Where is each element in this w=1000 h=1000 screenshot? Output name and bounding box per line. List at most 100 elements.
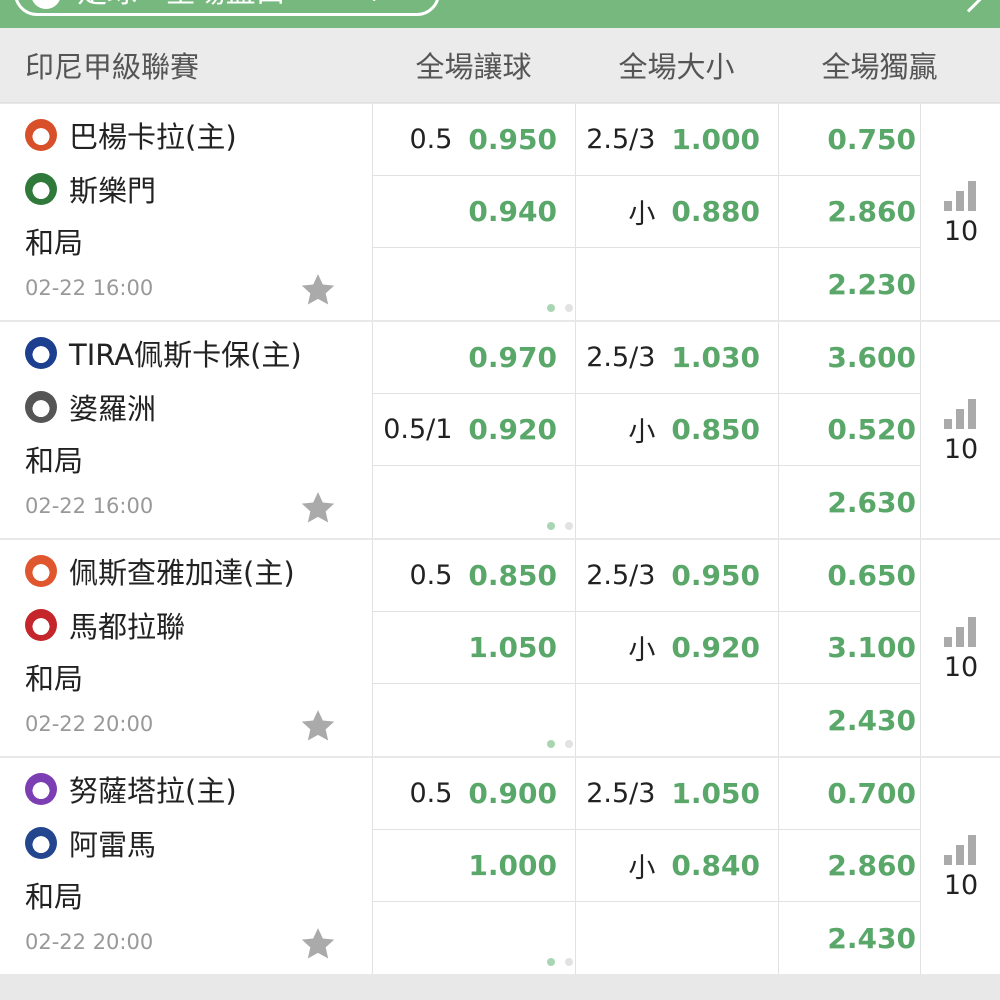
moneyline-away-odds: 2.860 <box>827 849 916 882</box>
moneyline-home-odds: 0.750 <box>827 123 916 156</box>
under-cell[interactable]: 小 0.850 <box>575 394 778 466</box>
under-odds: 0.880 <box>671 195 760 228</box>
kickoff-time: 02-22 16:00 <box>25 494 154 518</box>
moneyline-draw-cell[interactable]: 2.430 <box>778 902 920 974</box>
league-header: 印尼甲級聯賽 全場讓球 全場大小 全場獨贏 <box>0 28 1000 103</box>
page-indicator <box>547 958 577 968</box>
favorite-star-icon[interactable] <box>298 924 338 964</box>
under-odds: 0.840 <box>671 849 760 882</box>
more-markets-count: 10 <box>943 652 979 683</box>
page-dot-active <box>547 304 555 312</box>
match-info[interactable]: 佩斯查雅加達(主) 馬都拉聯 和局 02-22 20:00 <box>0 540 372 756</box>
handicap-home-cell[interactable]: 0.5 0.950 <box>372 104 575 176</box>
stats-bars-icon <box>944 181 978 211</box>
more-markets-button[interactable]: 10 <box>920 322 1000 538</box>
moneyline-home-cell[interactable]: 0.650 <box>778 540 920 612</box>
total-empty-cell <box>575 248 778 320</box>
more-markets-button[interactable]: 10 <box>920 540 1000 756</box>
handicap-home-line: 0.5 <box>409 560 453 591</box>
favorite-star-icon[interactable] <box>298 488 338 528</box>
over-cell[interactable]: 2.5/3 0.950 <box>575 540 778 612</box>
favorite-star-icon[interactable] <box>298 270 338 310</box>
page-indicator <box>547 304 577 314</box>
under-label: 小 <box>628 417 656 448</box>
away-team-logo-icon <box>25 173 57 205</box>
under-cell[interactable]: 小 0.920 <box>575 612 778 684</box>
match-info[interactable]: 巴楊卡拉(主) 斯樂門 和局 02-22 16:00 <box>0 104 372 320</box>
over-cell[interactable]: 2.5/3 1.000 <box>575 104 778 176</box>
under-cell[interactable]: 小 0.840 <box>575 830 778 902</box>
home-team-name: 努薩塔拉(主) <box>69 774 237 808</box>
handicap-empty-cell <box>372 466 575 538</box>
under-cell[interactable]: 小 0.880 <box>575 176 778 248</box>
over-line: 2.5/3 <box>586 124 656 155</box>
total-empty-cell <box>575 902 778 974</box>
match-info[interactable]: 努薩塔拉(主) 阿雷馬 和局 02-22 20:00 <box>0 758 372 974</box>
handicap-home-cell[interactable]: 0.970 <box>372 322 575 394</box>
top-bar: 足球 · 全場盤口 ⌄ <box>0 0 1000 28</box>
moneyline-away-cell[interactable]: 2.860 <box>778 830 920 902</box>
chevron-down-icon: ⌄ <box>363 0 385 13</box>
handicap-column-header: 全場讓球 <box>415 50 532 84</box>
chevron-right-icon[interactable] <box>953 0 985 13</box>
moneyline-home-odds: 0.700 <box>827 777 916 810</box>
home-team-logo-icon <box>25 555 57 587</box>
soccer-ball-icon <box>31 0 61 9</box>
kickoff-time: 02-22 20:00 <box>25 930 154 954</box>
handicap-away-odds: 0.940 <box>468 195 557 228</box>
page-indicator <box>547 740 577 750</box>
match-row: 努薩塔拉(主) 阿雷馬 和局 02-22 20:00 0.5 0.900 1.0… <box>0 758 1000 974</box>
home-team-logo-icon <box>25 337 57 369</box>
more-markets-button[interactable]: 10 <box>920 104 1000 320</box>
handicap-away-cell[interactable]: 1.050 <box>372 612 575 684</box>
moneyline-away-cell[interactable]: 3.100 <box>778 612 920 684</box>
away-team-name: 婆羅洲 <box>69 392 157 426</box>
more-markets-button[interactable]: 10 <box>920 758 1000 974</box>
moneyline-away-cell[interactable]: 2.860 <box>778 176 920 248</box>
handicap-away-cell[interactable]: 0.5/1 0.920 <box>372 394 575 466</box>
away-team-name: 斯樂門 <box>69 174 157 208</box>
total-empty-cell <box>575 684 778 756</box>
page-dot <box>565 522 573 530</box>
moneyline-away-cell[interactable]: 0.520 <box>778 394 920 466</box>
moneyline-home-odds: 0.650 <box>827 559 916 592</box>
away-team: 斯樂門 <box>25 164 156 214</box>
handicap-away-cell[interactable]: 1.000 <box>372 830 575 902</box>
moneyline-home-cell[interactable]: 0.750 <box>778 104 920 176</box>
over-cell[interactable]: 2.5/3 1.050 <box>575 758 778 830</box>
match-info[interactable]: TIRA佩斯卡保(主) 婆羅洲 和局 02-22 16:00 <box>0 322 372 538</box>
sport-filter-label: 足球 · 全場盤口 <box>77 0 286 10</box>
handicap-away-line: 0.5/1 <box>383 414 453 445</box>
away-team-logo-icon <box>25 391 57 423</box>
home-team: TIRA佩斯卡保(主) <box>25 328 302 378</box>
stats-bars-icon <box>944 399 978 429</box>
moneyline-draw-cell[interactable]: 2.430 <box>778 684 920 756</box>
more-markets-count: 10 <box>943 216 979 247</box>
under-label: 小 <box>628 199 656 230</box>
over-cell[interactable]: 2.5/3 1.030 <box>575 322 778 394</box>
total-empty-cell <box>575 466 778 538</box>
favorite-star-icon[interactable] <box>298 706 338 746</box>
sport-filter-button[interactable]: 足球 · 全場盤口 ⌄ <box>14 0 440 16</box>
moneyline-draw-cell[interactable]: 2.230 <box>778 248 920 320</box>
page-dot-active <box>547 958 555 966</box>
moneyline-draw-cell[interactable]: 2.630 <box>778 466 920 538</box>
stats-bars-icon <box>944 617 978 647</box>
moneyline-draw-odds: 2.630 <box>827 485 916 519</box>
over-under-column-header: 全場大小 <box>618 50 735 84</box>
odds-grid: 0.970 0.5/1 0.920 2.5/3 1.030 小 0.850 3.… <box>372 322 920 538</box>
away-team: 馬都拉聯 <box>25 600 185 650</box>
home-team: 巴楊卡拉(主) <box>25 110 237 160</box>
handicap-home-odds: 0.950 <box>468 123 557 156</box>
handicap-home-cell[interactable]: 0.5 0.850 <box>372 540 575 612</box>
moneyline-home-cell[interactable]: 0.700 <box>778 758 920 830</box>
over-line: 2.5/3 <box>586 560 656 591</box>
handicap-home-line: 0.5 <box>409 124 453 155</box>
handicap-away-cell[interactable]: 0.940 <box>372 176 575 248</box>
handicap-empty-cell <box>372 684 575 756</box>
moneyline-home-cell[interactable]: 3.600 <box>778 322 920 394</box>
handicap-home-cell[interactable]: 0.5 0.900 <box>372 758 575 830</box>
away-team-logo-icon <box>25 827 57 859</box>
home-team-name: TIRA佩斯卡保(主) <box>69 338 302 372</box>
under-odds: 0.850 <box>671 413 760 446</box>
